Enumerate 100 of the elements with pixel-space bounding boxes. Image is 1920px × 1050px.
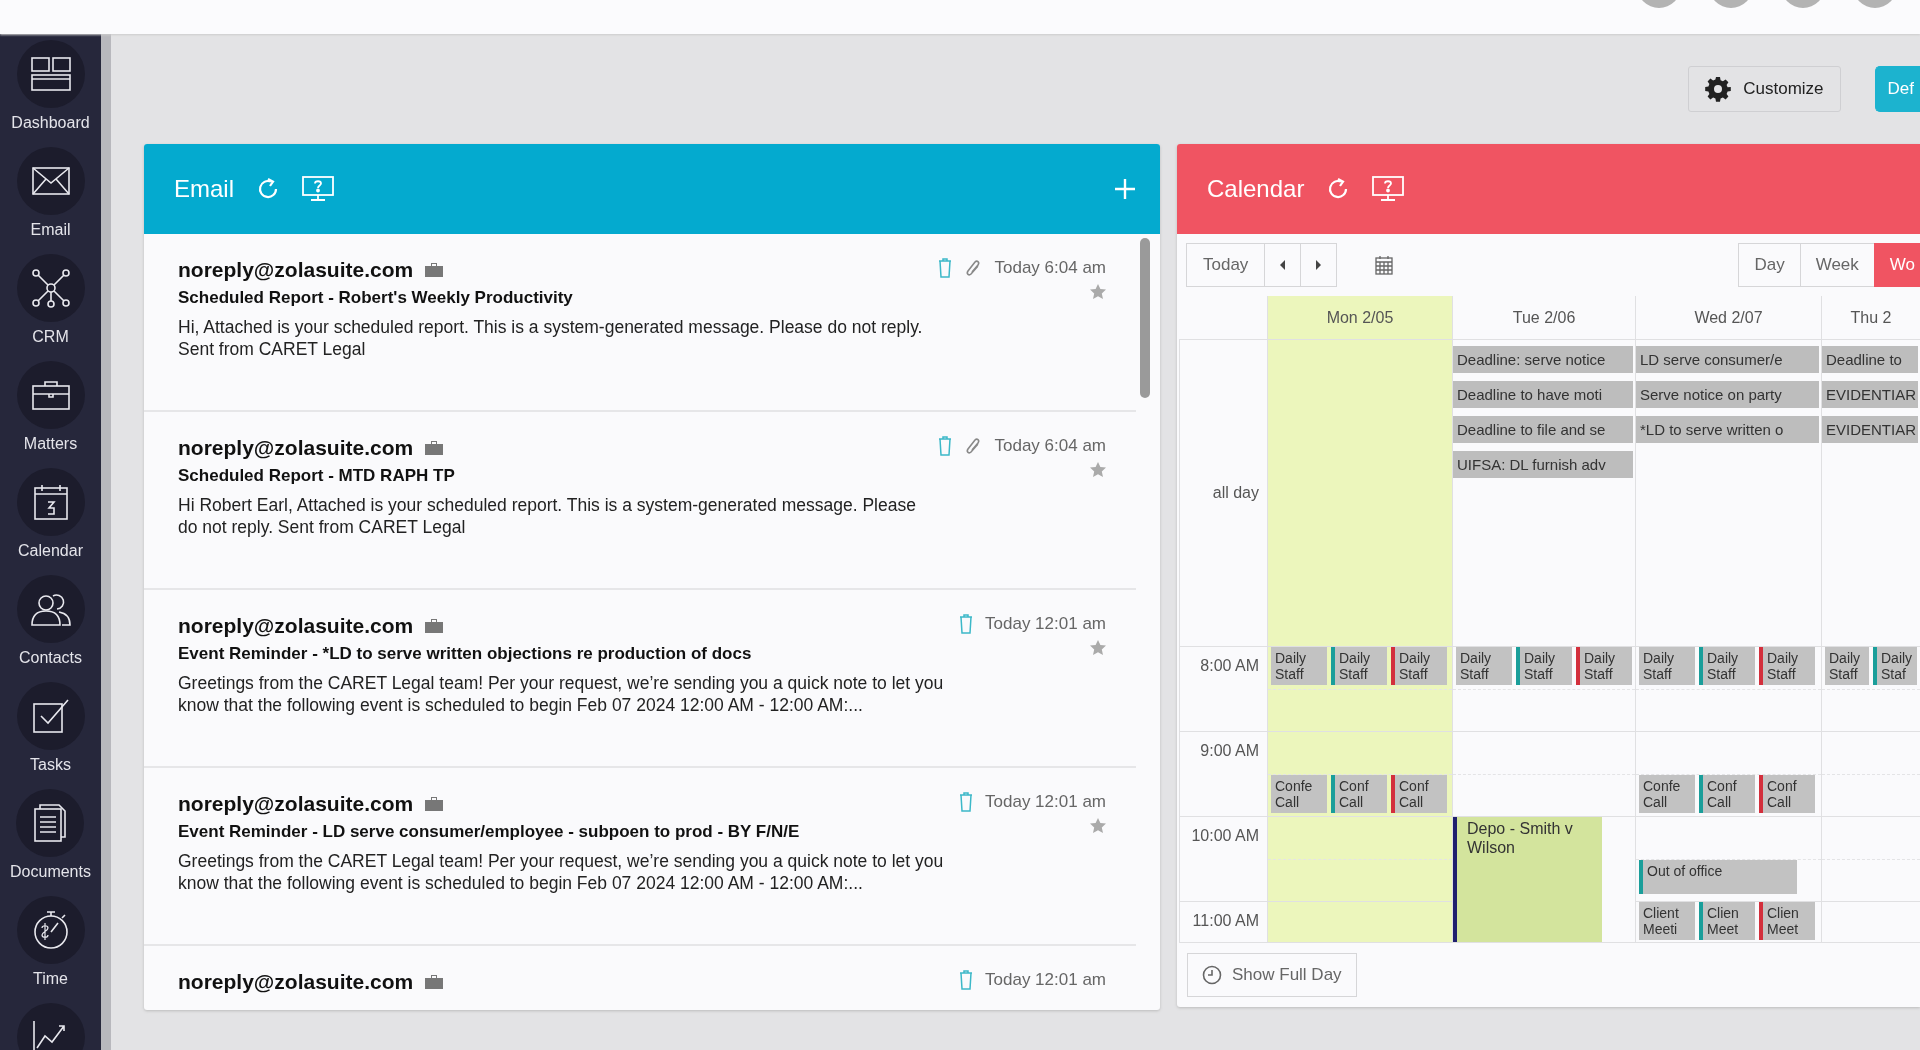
email-sender: noreply@zolasuite.com [178, 258, 414, 282]
checkbox-icon [32, 699, 69, 733]
time-slot[interactable]: Client Meeti Clien Meet Clien Meet [1635, 902, 1821, 943]
layout-icon [30, 57, 71, 91]
briefcase-icon [425, 797, 444, 811]
add-icon[interactable] [1114, 178, 1136, 200]
time-slot[interactable]: Depo - Smith v Wilson [1452, 817, 1635, 943]
calendar-event[interactable]: Daily Staff [1699, 647, 1755, 685]
trash-icon[interactable] [959, 970, 974, 990]
calendar-event[interactable]: Daily Staff [1516, 647, 1572, 685]
calendar-event[interactable]: Conf Call [1759, 775, 1815, 813]
previous-button[interactable] [1264, 243, 1302, 287]
calendar-event[interactable]: Daily Staff [1271, 647, 1327, 685]
document-icon [34, 804, 67, 842]
calendar-icon [33, 484, 68, 520]
time-slot[interactable]: Daily Staff Daily Staff Daily Staff [1635, 647, 1821, 732]
time-slot[interactable]: Confe Call Conf Call Conf Call [1267, 732, 1452, 817]
all-day-cell[interactable] [1267, 340, 1452, 647]
all-day-event[interactable]: EVIDENTIAR [1822, 381, 1918, 408]
all-day-event[interactable]: LD serve consumer/e [1636, 346, 1819, 373]
all-day-event[interactable]: Deadline to [1822, 346, 1918, 373]
email-item[interactable]: noreply@zolasuite.com Scheduled Report - MTD RAPH TP Hi Robert Earl, Attached is your scheduled report. This is a system-generated message. Please do not reply. Sent from CARET Legal Today 6:04 am [144, 412, 1136, 590]
email-preview: Hi, Attached is your scheduled report. This is a system-generated message. Please do not reply. Sent from CARET Legal [178, 316, 924, 360]
calendar-event[interactable]: Daily Staff [1331, 647, 1387, 685]
calendar-event[interactable]: Daily Staff [1576, 647, 1632, 685]
event-title: Conf Call [1339, 778, 1370, 810]
view-tab[interactable]: Week [1799, 243, 1875, 287]
calendar-event[interactable]: Confe Call [1271, 775, 1327, 813]
today-button[interactable]: Today [1186, 243, 1266, 287]
all-day-event[interactable]: Deadline: serve notice [1453, 346, 1633, 373]
day-header: Mon 2/05 [1267, 296, 1452, 340]
briefcase-icon [425, 263, 444, 277]
help-monitor-icon[interactable] [302, 176, 334, 202]
trash-icon[interactable] [938, 258, 953, 278]
email-subject: Scheduled Report - Robert's Weekly Productivity [178, 288, 574, 308]
help-monitor-icon[interactable] [1372, 176, 1405, 202]
email-subject: Event Reminder - *LD to serve written objections re production of docs [178, 644, 753, 664]
event-title: Conf Call [1767, 778, 1798, 810]
calendar-event[interactable]: Clien Meet [1699, 902, 1755, 940]
all-day-cell[interactable]: Deadline to EVIDENTIAR EVIDENTIAR [1821, 340, 1920, 647]
time-slot[interactable]: Daily Staff Daily Staff Daily Staff [1452, 647, 1635, 732]
time-slot[interactable] [1267, 902, 1452, 943]
all-day-event[interactable]: Serve notice on party [1636, 381, 1819, 408]
panel-title: Email [174, 175, 234, 203]
email-sender: noreply@zolasuite.com [178, 970, 414, 994]
event-title: Clien Meet [1707, 905, 1740, 937]
all-day-cell[interactable]: Deadline: serve notice Deadline to have moti Deadline to file and se UIFSA: DL furnish adv [1452, 340, 1635, 647]
calendar-event[interactable]: Client Meeti [1639, 902, 1695, 940]
star-icon[interactable] [1090, 818, 1106, 834]
all-day-event[interactable]: Deadline to have moti [1453, 381, 1633, 408]
all-day-event[interactable]: UIFSA: DL furnish adv [1453, 451, 1633, 478]
calendar-event[interactable]: Daily Staff [1825, 647, 1869, 685]
email-item[interactable]: noreply@zolasuite.com Today 12:01 am [144, 946, 1136, 1010]
time-slot[interactable] [1821, 732, 1920, 817]
star-icon[interactable] [1090, 284, 1106, 300]
all-day-event[interactable]: *LD to serve written o [1636, 416, 1819, 443]
calendar-event[interactable]: Daily Staff [1391, 647, 1447, 685]
time-slot[interactable]: Daily Staff Daily Staff Daily Staff [1267, 647, 1452, 732]
star-icon[interactable] [1090, 640, 1106, 656]
calendar-event[interactable]: Conf Call [1699, 775, 1755, 813]
calendar-event[interactable]: Daily Staff [1456, 647, 1512, 685]
time-slot[interactable] [1821, 817, 1920, 902]
next-button[interactable] [1300, 243, 1338, 287]
day-header: Tue 2/06 [1452, 296, 1635, 340]
refresh-icon[interactable] [256, 177, 280, 201]
event-title: Out of office [1647, 863, 1723, 881]
calendar-event[interactable]: Daily Staf [1873, 647, 1917, 685]
email-preview: Greetings from the CARET Legal team! Per your request, we’re sending you a quick note to let you know that the following event is scheduled to begin Feb 07 2024 12:00 AM - 12:00 AM:... [178, 672, 945, 716]
calendar-event[interactable]: Conf Call [1391, 775, 1447, 813]
calendar-grid-icon[interactable] [1375, 255, 1394, 275]
time-slot[interactable]: Out of office [1635, 817, 1821, 902]
time-slot[interactable]: Confe Call Conf Call Conf Call [1635, 732, 1821, 817]
trash-icon[interactable] [959, 614, 974, 634]
time-slot[interactable]: Daily Staff Daily Staf [1821, 647, 1920, 732]
time-slot[interactable] [1267, 817, 1452, 902]
calendar-event[interactable]: Confe Call [1639, 775, 1695, 813]
customize-button[interactable]: Customize [1688, 66, 1841, 112]
show-full-day-button[interactable]: Show Full Day [1187, 953, 1357, 997]
calendar-event[interactable]: Out of office [1639, 860, 1797, 894]
calendar-event[interactable]: Conf Call [1331, 775, 1387, 813]
time-slot[interactable] [1821, 902, 1920, 943]
calendar-event[interactable]: Daily Staff [1759, 647, 1815, 685]
trash-icon[interactable] [938, 436, 953, 456]
calendar-event[interactable]: Clien Meet [1759, 902, 1815, 940]
calendar-event[interactable]: Depo - Smith v Wilson [1453, 817, 1603, 942]
email-preview: Greetings from the CARET Legal team! Per your request, we’re sending you a quick note to let you know that the following event is scheduled to begin Feb 07 2024 12:00 AM - 12:00 AM:... [178, 850, 945, 894]
event-title: Daily Staff [1767, 650, 1800, 682]
people-icon [30, 592, 71, 626]
scrollbar-thumb[interactable] [1140, 238, 1150, 398]
calendar-event[interactable]: Daily Staff [1639, 647, 1695, 685]
briefcase-icon [31, 380, 70, 410]
stopwatch-icon [31, 910, 70, 950]
event-title: Clien Meet [1767, 905, 1800, 937]
all-day-event[interactable]: EVIDENTIAR [1822, 416, 1918, 443]
all-day-cell[interactable]: LD serve consumer/e Serve notice on party *LD to serve written o [1635, 340, 1821, 647]
event-title: Daily Staff [1399, 650, 1432, 682]
view-tab[interactable]: Day [1738, 243, 1801, 287]
all-day-event[interactable]: Deadline to file and se [1453, 416, 1633, 443]
star-icon[interactable] [1090, 462, 1106, 478]
trash-icon[interactable] [959, 792, 974, 812]
